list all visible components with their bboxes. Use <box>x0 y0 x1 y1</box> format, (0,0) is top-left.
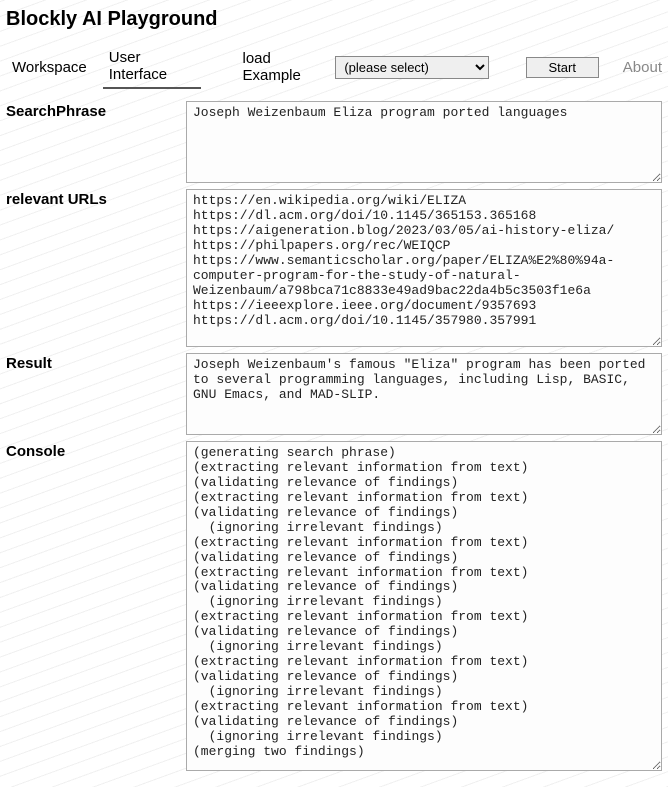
console-output[interactable] <box>186 441 662 771</box>
relevant-urls-input[interactable] <box>186 189 662 347</box>
tab-user-interface[interactable]: User Interface <box>103 45 201 89</box>
load-example-label: load Example <box>243 50 326 84</box>
searchphrase-input[interactable] <box>186 101 662 183</box>
example-select[interactable]: (please select) <box>335 56 489 79</box>
tab-workspace[interactable]: Workspace <box>6 55 93 80</box>
result-output[interactable] <box>186 353 662 435</box>
page-title: Blockly AI Playground <box>6 8 662 31</box>
searchphrase-label: SearchPhrase <box>6 101 186 120</box>
top-toolbar: Workspace User Interface load Example (p… <box>6 43 662 91</box>
start-button[interactable]: Start <box>526 57 599 78</box>
result-label: Result <box>6 353 186 372</box>
console-label: Console <box>6 441 186 460</box>
relevant-urls-label: relevant URLs <box>6 189 186 208</box>
about-link[interactable]: About <box>623 59 662 76</box>
